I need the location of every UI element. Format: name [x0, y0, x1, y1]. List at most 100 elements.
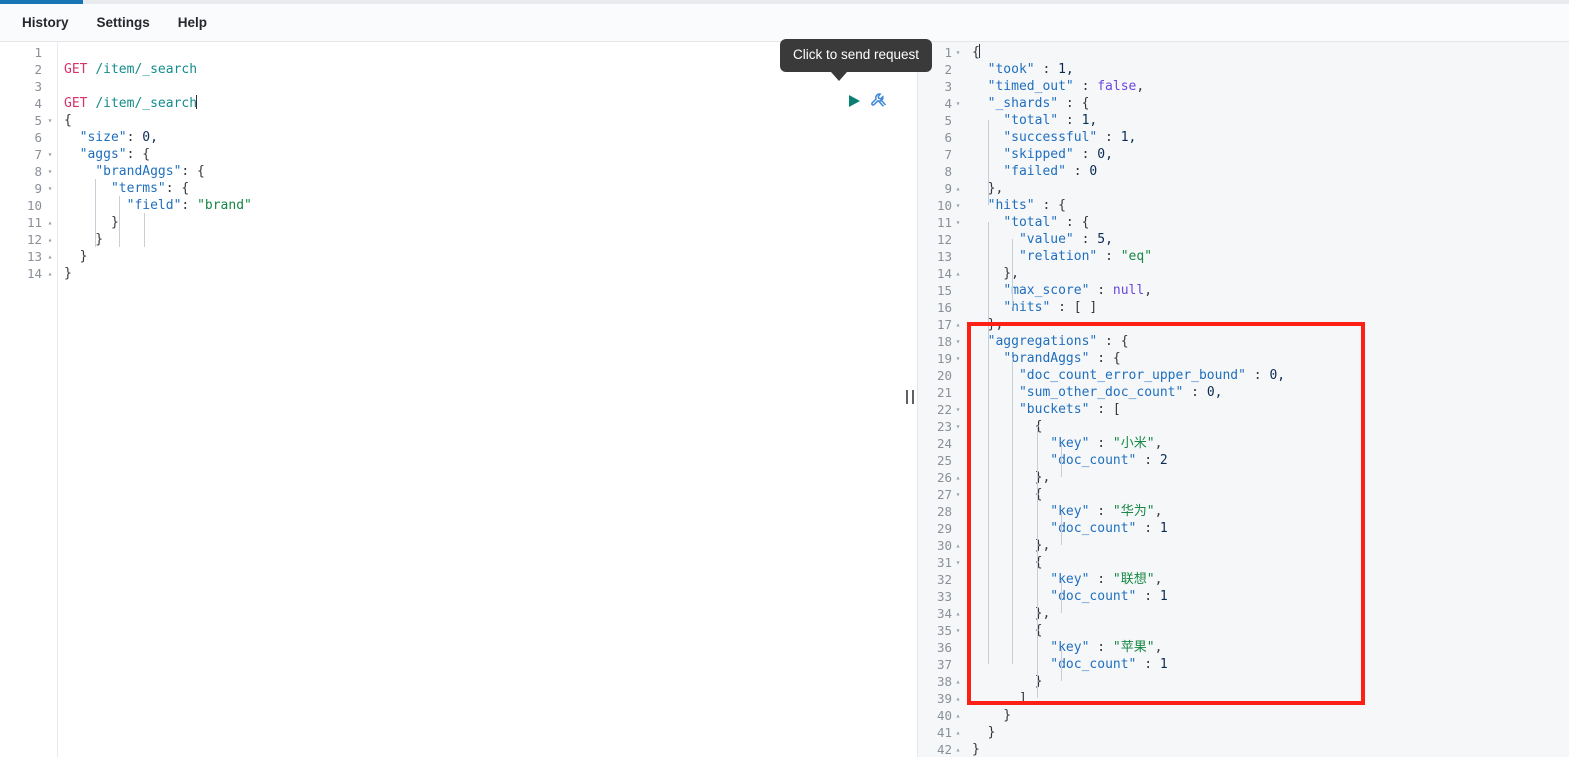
fold-close-icon[interactable]: ▴ [953, 690, 963, 707]
code-line[interactable]: { [972, 418, 1285, 435]
fold-open-icon[interactable]: ▾ [45, 146, 55, 163]
fold-open-icon[interactable]: ▾ [953, 214, 963, 231]
fold-close-icon[interactable]: ▴ [45, 248, 55, 265]
wrench-icon[interactable] [870, 92, 887, 109]
request-gutter[interactable]: 1 2 3 4 5 ▾ 6 7 ▾ 8 ▾ 9 ▾ 10 11 ▴ 12 ▴ 13 ▴ 14 ▴ [0, 42, 58, 757]
code-line[interactable]: "key" : "小米", [972, 435, 1285, 452]
code-line[interactable]: } [972, 724, 1285, 741]
response-gutter[interactable]: 1 ▾ 2 3 4 ▾ 5 6 7 8 9 ▴ 10 ▾ 11 ▾ 12 13 14 ▴ 15 16 17 ▴ 18 ▾ 19 ▾ 20… [918, 42, 966, 757]
code-line[interactable]: "value" : 5, [972, 231, 1285, 248]
code-line[interactable] [64, 44, 252, 61]
fold-open-icon[interactable]: ▾ [953, 44, 963, 61]
code-line[interactable]: "doc_count" : 1 [972, 520, 1285, 537]
fold-close-icon[interactable]: ▴ [953, 265, 963, 282]
code-line[interactable]: }, [972, 316, 1285, 333]
code-line[interactable]: "key" : "联想", [972, 571, 1285, 588]
code-line[interactable]: "successful" : 1, [972, 129, 1285, 146]
code-line[interactable]: }, [972, 180, 1285, 197]
code-line[interactable]: ] [972, 690, 1285, 707]
code-line[interactable]: GET /item/_search [64, 95, 252, 112]
code-line[interactable]: { [972, 554, 1285, 571]
code-line[interactable]: "total" : { [972, 214, 1285, 231]
code-line[interactable]: "total" : 1, [972, 112, 1285, 129]
code-line[interactable]: "relation" : "eq" [972, 248, 1285, 265]
code-line[interactable]: "doc_count_error_upper_bound" : 0, [972, 367, 1285, 384]
fold-close-icon[interactable]: ▴ [953, 180, 963, 197]
fold-open-icon[interactable]: ▾ [953, 486, 963, 503]
code-line[interactable]: "max_score" : null, [972, 282, 1285, 299]
response-code-area[interactable]: { "took" : 1, "timed_out" : false, "_sha… [966, 42, 1569, 757]
fold-close-icon[interactable]: ▴ [45, 265, 55, 282]
code-line[interactable]: }, [972, 605, 1285, 622]
fold-close-icon[interactable]: ▴ [953, 741, 963, 757]
request-editor-pane[interactable]: 1 2 3 4 5 ▾ 6 7 ▾ 8 ▾ 9 ▾ 10 11 ▴ 12 ▴ 13 ▴ 14 ▴ GET /item/_s… [0, 42, 903, 757]
fold-close-icon[interactable]: ▴ [45, 214, 55, 231]
code-line[interactable]: "terms": { [64, 180, 252, 197]
code-line[interactable] [64, 78, 252, 95]
code-line[interactable]: "buckets" : [ [972, 401, 1285, 418]
code-line[interactable]: }, [972, 537, 1285, 554]
code-line[interactable]: "doc_count" : 1 [972, 588, 1285, 605]
fold-close-icon[interactable]: ▴ [953, 707, 963, 724]
code-line[interactable]: "failed" : 0 [972, 163, 1285, 180]
fold-open-icon[interactable]: ▾ [953, 350, 963, 367]
code-line[interactable]: { [64, 112, 252, 129]
code-line[interactable]: GET /item/_search [64, 61, 252, 78]
code-line[interactable]: } [64, 231, 252, 248]
code-line[interactable]: "aggregations" : { [972, 333, 1285, 350]
code-line[interactable]: } [972, 673, 1285, 690]
code-line[interactable]: } [64, 214, 252, 231]
code-line[interactable]: "key" : "华为", [972, 503, 1285, 520]
code-line[interactable]: "sum_other_doc_count" : 0, [972, 384, 1285, 401]
fold-open-icon[interactable]: ▾ [953, 418, 963, 435]
request-code-area[interactable]: GET /item/_search GET /item/_search{ "siz… [58, 42, 903, 757]
fold-close-icon[interactable]: ▴ [953, 673, 963, 690]
code-line[interactable]: "hits" : { [972, 197, 1285, 214]
fold-close-icon[interactable]: ▴ [953, 469, 963, 486]
menu-settings[interactable]: Settings [87, 11, 160, 34]
request-action-icons[interactable] [848, 92, 887, 109]
code-line[interactable]: { [972, 486, 1285, 503]
code-line[interactable]: "hits" : [ ] [972, 299, 1285, 316]
code-line[interactable]: "doc_count" : 1 [972, 656, 1285, 673]
code-line[interactable]: "brandAggs" : { [972, 350, 1285, 367]
code-line[interactable]: }, [972, 469, 1285, 486]
fold-close-icon[interactable]: ▴ [953, 605, 963, 622]
fold-close-icon[interactable]: ▴ [953, 537, 963, 554]
fold-open-icon[interactable]: ▾ [953, 197, 963, 214]
fold-open-icon[interactable]: ▾ [953, 622, 963, 639]
code-line[interactable]: } [972, 707, 1285, 724]
code-line[interactable]: "field": "brand" [64, 197, 252, 214]
code-line[interactable]: { [972, 622, 1285, 639]
code-line[interactable]: "size": 0, [64, 129, 252, 146]
menu-help[interactable]: Help [168, 11, 217, 34]
code-line[interactable]: }, [972, 265, 1285, 282]
fold-open-icon[interactable]: ▾ [953, 401, 963, 418]
splitter-handle-icon[interactable] [906, 390, 914, 404]
fold-open-icon[interactable]: ▾ [953, 554, 963, 571]
code-line[interactable]: { [972, 44, 1285, 61]
fold-close-icon[interactable]: ▴ [45, 231, 55, 248]
response-output-pane[interactable]: 1 ▾ 2 3 4 ▾ 5 6 7 8 9 ▴ 10 ▾ 11 ▾ 12 13 14 ▴ 15 16 17 ▴ 18 ▾ 19 ▾ 20… [918, 42, 1569, 757]
play-triangle-icon[interactable] [848, 94, 861, 108]
code-line[interactable]: "brandAggs": { [64, 163, 252, 180]
code-line[interactable]: "doc_count" : 2 [972, 452, 1285, 469]
fold-open-icon[interactable]: ▾ [953, 333, 963, 350]
code-line[interactable]: "timed_out" : false, [972, 78, 1285, 95]
fold-close-icon[interactable]: ▴ [953, 316, 963, 333]
fold-open-icon[interactable]: ▾ [45, 180, 55, 197]
fold-open-icon[interactable]: ▾ [953, 95, 963, 112]
code-line[interactable]: "skipped" : 0, [972, 146, 1285, 163]
code-line[interactable]: "aggs": { [64, 146, 252, 163]
fold-close-icon[interactable]: ▴ [953, 724, 963, 741]
code-line[interactable]: } [64, 265, 252, 282]
code-line[interactable]: "took" : 1, [972, 61, 1285, 78]
fold-open-icon[interactable]: ▾ [45, 112, 55, 129]
menu-history[interactable]: History [12, 11, 79, 34]
fold-open-icon[interactable]: ▾ [45, 163, 55, 180]
code-line[interactable]: } [64, 248, 252, 265]
code-line[interactable]: } [972, 741, 1285, 757]
code-line[interactable]: "_shards" : { [972, 95, 1285, 112]
pane-splitter[interactable] [903, 42, 918, 757]
code-line[interactable]: "key" : "苹果", [972, 639, 1285, 656]
